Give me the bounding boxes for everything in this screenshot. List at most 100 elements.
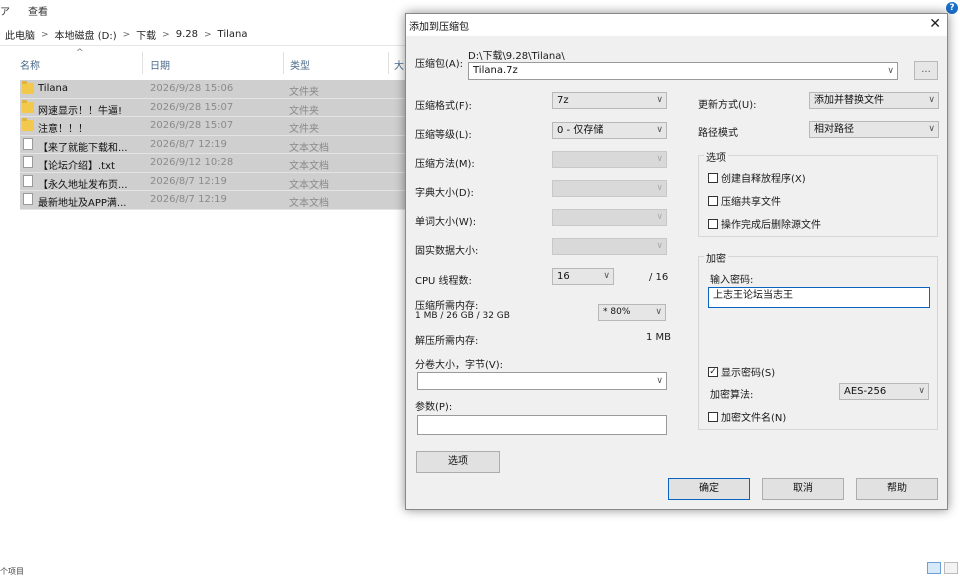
column-header-type[interactable]: 类型 <box>290 57 310 72</box>
solid-label: 固实数据大小: <box>415 246 479 257</box>
dict-select: ∨ <box>552 180 667 197</box>
password-input[interactable]: 上志王论坛当志王 <box>708 287 930 308</box>
breadcrumb-tilana[interactable]: Tilana <box>218 29 248 40</box>
file-row[interactable]: 最新地址及APP满... 2026/8/7 12:19 文本文档 <box>20 191 405 210</box>
memory-percent-select[interactable]: * 80% ∨ <box>598 304 666 321</box>
split-label: 分卷大小，字节(V): <box>415 360 504 371</box>
file-date: 2026/8/7 12:19 <box>150 175 227 187</box>
path-mode-value: 相对路径 <box>814 124 854 135</box>
file-row[interactable]: 【论坛介绍】.txt 2026/9/12 10:28 文本文档 <box>20 154 405 173</box>
path-mode-select[interactable]: 相对路径 ∨ <box>809 121 939 138</box>
cpu-threads-value: 16 <box>557 271 570 282</box>
folder-icon <box>22 81 34 94</box>
options-button[interactable]: 选项 <box>416 451 500 473</box>
encrypt-method-select[interactable]: AES-256 ∨ <box>839 383 929 400</box>
delete-after-checkbox-label: 操作完成后删除源文件 <box>721 220 821 231</box>
column-divider[interactable] <box>283 52 284 74</box>
file-date: 2026/9/28 15:06 <box>150 83 234 94</box>
browse-button[interactable]: ... <box>914 61 938 80</box>
file-row[interactable]: 【永久地址发布页... 2026/8/7 12:19 文本文档 <box>20 172 405 191</box>
dialog-titlebar[interactable]: 添加到压缩包 ✕ <box>406 14 947 36</box>
details-view-icon[interactable] <box>927 562 941 574</box>
params-input[interactable] <box>417 415 667 435</box>
checkbox-box[interactable] <box>708 172 718 183</box>
password-label: 输入密码: <box>710 275 754 286</box>
params-label: 参数(P): <box>415 402 453 413</box>
file-type: 文件夹 <box>289 87 319 98</box>
file-type: 文本文档 <box>289 142 329 154</box>
column-headers: ^ 名称 日期 类型 大 <box>0 48 405 74</box>
file-row[interactable]: Tilana 2026/9/28 15:06 文件夹 <box>20 80 405 99</box>
folder-icon <box>22 118 34 131</box>
update-mode-select[interactable]: 添加并替换文件 ∨ <box>809 92 939 109</box>
breadcrumb-drive-d[interactable]: 本地磁盘 (D:) <box>55 27 117 42</box>
show-password-checkbox[interactable]: ✓ 显示密码(S) <box>708 364 775 379</box>
password-value: 上志王论坛当志王 <box>713 290 793 301</box>
cpu-threads-select[interactable]: 16 ∨ <box>552 268 614 285</box>
file-row[interactable]: 网速显示！！牛逼! 2026/9/28 15:07 文件夹 <box>20 98 405 117</box>
chevron-right-icon: > <box>41 29 49 40</box>
encrypt-names-label: 加密文件名(N) <box>721 413 787 424</box>
archive-name-value: Tilana.7z <box>473 65 518 76</box>
mem-decompress-value: 1 MB <box>646 332 672 343</box>
split-volume-combo[interactable]: ∨ <box>417 372 667 390</box>
file-name: 【论坛介绍】.txt <box>38 161 115 172</box>
breadcrumb: 此电脑 > 本地磁盘 (D:) > 下载 > 9.28 > Tilana <box>0 24 405 46</box>
cancel-button[interactable]: 取消 <box>762 478 844 500</box>
file-row[interactable]: 注意！！！ 2026/9/28 15:07 文件夹 <box>20 117 405 136</box>
file-date: 2026/9/28 15:07 <box>150 101 234 113</box>
chevron-down-icon[interactable]: ∨ <box>656 373 663 389</box>
memory-percent-value: * 80% <box>603 307 631 317</box>
ok-button[interactable]: 确定 <box>668 478 750 500</box>
delete-after-checkbox[interactable]: 操作完成后删除源文件 <box>708 216 821 231</box>
sfx-checkbox[interactable]: 创建自释放程序(X) <box>708 170 806 185</box>
format-select[interactable]: 7z ∨ <box>552 92 667 109</box>
breadcrumb-928[interactable]: 9.28 <box>176 29 198 40</box>
close-icon[interactable]: ✕ <box>929 16 941 32</box>
help-button[interactable]: 帮助 <box>856 478 938 500</box>
encrypt-names-checkbox[interactable]: 加密文件名(N) <box>708 409 786 424</box>
breadcrumb-downloads[interactable]: 下载 <box>136 27 156 42</box>
mem-decompress-label: 解压所需内存: <box>415 336 479 347</box>
word-select: ∨ <box>552 209 667 226</box>
format-value: 7z <box>557 95 569 106</box>
file-type: 文件夹 <box>289 105 319 117</box>
shared-files-checkbox[interactable]: 压缩共享文件 <box>708 193 781 208</box>
archive-name-combo[interactable]: Tilana.7z ∨ <box>468 62 898 80</box>
encryption-group-title: 加密 <box>704 250 728 265</box>
column-header-name[interactable]: 名称 <box>20 57 40 72</box>
show-password-label: 显示密码(S) <box>721 368 776 379</box>
file-date: 2026/9/28 15:07 <box>150 120 234 131</box>
text-document-icon <box>23 193 33 205</box>
chevron-down-icon[interactable]: ∨ <box>887 63 894 79</box>
checkbox-box[interactable] <box>708 195 718 206</box>
column-divider[interactable] <box>142 52 143 74</box>
chevron-down-icon: ∨ <box>656 154 663 164</box>
column-header-size[interactable]: 大 <box>394 57 404 72</box>
ribbon-tab-partial[interactable]: ア <box>0 3 10 18</box>
checkbox-box[interactable] <box>708 218 718 229</box>
checkbox-box[interactable] <box>708 411 718 422</box>
large-icons-view-icon[interactable] <box>944 562 958 574</box>
file-type: 文本文档 <box>289 198 329 209</box>
chevron-down-icon: ∨ <box>928 124 935 134</box>
ribbon-tab-view[interactable]: 查看 <box>28 3 48 18</box>
column-header-date[interactable]: 日期 <box>150 57 170 72</box>
column-divider[interactable] <box>388 52 389 74</box>
add-to-archive-dialog: 添加到压缩包 ✕ 压缩包(A): D:\下载\9.28\Tilana\ Tila… <box>405 13 948 510</box>
options-group-title: 选项 <box>704 149 728 164</box>
chevron-down-icon: ∨ <box>603 271 610 281</box>
level-select[interactable]: 0 - 仅存储 ∨ <box>552 122 667 139</box>
file-name: 注意！！！ <box>38 124 88 135</box>
checkbox-checked-icon[interactable]: ✓ <box>708 366 718 377</box>
file-type: 文件夹 <box>289 124 319 135</box>
file-date: 2026/8/7 12:19 <box>150 138 227 150</box>
method-select: ∨ <box>552 151 667 168</box>
breadcrumb-this-pc[interactable]: 此电脑 <box>5 27 35 42</box>
file-row[interactable]: 【来了就能下载和... 2026/8/7 12:19 文本文档 <box>20 135 405 154</box>
update-mode-label: 更新方式(U): <box>698 100 757 111</box>
view-toggle <box>927 562 958 574</box>
file-name: 【永久地址发布页... <box>38 179 128 191</box>
archive-label: 压缩包(A): <box>415 59 464 70</box>
archive-path: D:\下载\9.28\Tilana\ <box>468 51 565 62</box>
